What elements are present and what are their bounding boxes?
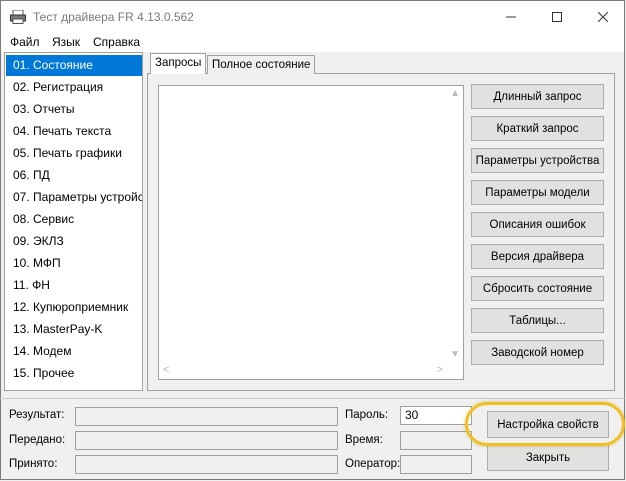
device-params-button[interactable]: Параметры устройства: [471, 148, 604, 173]
window-title: Тест драйвера FR 4.13.0.562: [33, 10, 194, 24]
scroll-down-icon[interactable]: ▼: [450, 349, 460, 360]
short-request-button[interactable]: Краткий запрос: [471, 116, 604, 141]
sidebar-item-print-text[interactable]: 04. Печать текста: [6, 121, 142, 142]
sidebar-item-masterpay[interactable]: 13. MasterPay-K: [6, 319, 142, 340]
received-field: [75, 455, 338, 474]
time-label: Время:: [345, 434, 383, 446]
minimize-button[interactable]: [488, 1, 534, 32]
scroll-up-icon[interactable]: ▲: [450, 88, 460, 99]
long-request-button[interactable]: Длинный запрос: [471, 84, 604, 109]
close-dialog-button[interactable]: Закрыть: [487, 444, 609, 471]
time-field: [400, 431, 472, 450]
divider: [0, 398, 626, 399]
operator-field: [400, 455, 472, 474]
close-button[interactable]: [580, 1, 626, 32]
maximize-button[interactable]: [534, 1, 580, 32]
sidebar-item-status[interactable]: 01. Состояние: [6, 55, 142, 76]
menu-bar: Файл Язык Справка: [1, 32, 624, 52]
sidebar-item-eklz[interactable]: 09. ЭКЛЗ: [6, 231, 142, 252]
sidebar-item-fn[interactable]: 11. ФН: [6, 275, 142, 296]
error-descriptions-button[interactable]: Описания ошибок: [471, 212, 604, 237]
menu-file[interactable]: Файл: [10, 35, 40, 49]
sidebar-item-service[interactable]: 08. Сервис: [6, 209, 142, 230]
close-icon: [598, 11, 608, 22]
model-params-button[interactable]: Параметры модели: [471, 180, 604, 205]
serial-number-button[interactable]: Заводской номер: [471, 340, 604, 365]
result-field: [75, 407, 338, 426]
sidebar-item-reports[interactable]: 03. Отчеты: [6, 99, 142, 120]
sent-label: Передано:: [9, 434, 66, 446]
output-listbox[interactable]: ▲ ▼ < >: [158, 85, 464, 380]
password-label: Пароль:: [345, 409, 389, 421]
horizontal-scrollbar[interactable]: < >: [159, 362, 463, 379]
received-label: Принято:: [9, 458, 58, 470]
sidebar-list[interactable]: 01. Состояние 02. Регистрация 03. Отчеты…: [4, 52, 143, 391]
result-label: Результат:: [9, 409, 65, 421]
sidebar-item-pd[interactable]: 06. ПД: [6, 165, 142, 186]
sidebar-item-other[interactable]: 15. Прочее: [6, 363, 142, 384]
scroll-right-icon[interactable]: >: [437, 364, 443, 376]
scroll-left-icon[interactable]: <: [163, 364, 169, 376]
minimize-icon: [506, 16, 516, 17]
menu-help[interactable]: Справка: [93, 35, 140, 49]
sidebar-item-registration[interactable]: 02. Регистрация: [6, 77, 142, 98]
sent-field: [75, 431, 338, 450]
driver-version-button[interactable]: Версия драйвера: [471, 244, 604, 269]
sidebar-item-print-graphics[interactable]: 05. Печать графики: [6, 143, 142, 164]
operator-label: Оператор:: [345, 458, 401, 470]
maximize-icon: [552, 11, 562, 22]
title-bar[interactable]: Тест драйвера FR 4.13.0.562: [1, 1, 624, 32]
sidebar-item-modem[interactable]: 14. Модем: [6, 341, 142, 362]
reset-status-button[interactable]: Сбросить состояние: [471, 276, 604, 301]
menu-language[interactable]: Язык: [52, 35, 80, 49]
printer-icon: [10, 10, 26, 24]
tables-button[interactable]: Таблицы...: [471, 308, 604, 333]
tab-requests[interactable]: Запросы: [150, 53, 207, 74]
sidebar-item-mfp[interactable]: 10. МФП: [6, 253, 142, 274]
sidebar-item-bill-acceptor[interactable]: 12. Купюроприемник: [6, 297, 142, 318]
highlight-circle: [465, 402, 625, 446]
tab-full-status[interactable]: Полное состояние: [207, 55, 316, 74]
sidebar-item-device-params[interactable]: 07. Параметры устройстве: [6, 187, 142, 208]
password-input[interactable]: 30: [400, 406, 472, 425]
